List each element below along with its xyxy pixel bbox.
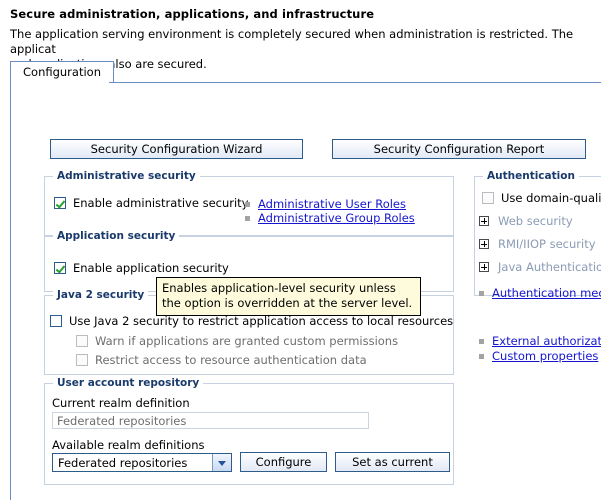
tab-strip: Configuration (10, 61, 601, 83)
application-security-legend: Application security (53, 230, 180, 242)
use-domain-qualified-label: Use domain-quali (501, 191, 601, 205)
use-java2-security-row[interactable]: Use Java 2 security to restrict applicat… (50, 314, 453, 328)
expand-plus-icon[interactable] (479, 239, 489, 249)
enable-administrative-security-checkbox[interactable] (54, 197, 66, 209)
restrict-resource-auth-label: Restrict access to resource authenticati… (95, 353, 367, 367)
use-java2-security-checkbox[interactable] (50, 315, 62, 327)
user-account-repository-legend: User account repository (53, 377, 204, 389)
available-realm-definitions-select[interactable]: Federated repositories (52, 453, 232, 472)
authentication-mechanisms-row[interactable]: Authentication mecha (479, 286, 601, 300)
warn-custom-permissions-label: Warn if applications are granted custom … (95, 334, 399, 348)
java-authentication-tree-row[interactable]: Java Authentication (479, 260, 601, 274)
enable-application-security-checkbox[interactable] (54, 262, 66, 274)
administrative-user-roles-link[interactable]: Administrative User Roles (258, 197, 406, 211)
restrict-resource-auth-row[interactable]: Restrict access to resource authenticati… (76, 353, 367, 367)
authentication-legend: Authentication (483, 170, 579, 182)
enable-administrative-security-row[interactable]: Enable administrative security (54, 196, 249, 210)
configure-button[interactable]: Configure (240, 452, 327, 472)
bullet-icon (245, 201, 250, 207)
expand-plus-icon[interactable] (479, 262, 489, 272)
administrative-user-roles-row[interactable]: Administrative User Roles (245, 197, 406, 211)
administrative-group-roles-row[interactable]: Administrative Group Roles (245, 211, 415, 225)
use-java2-security-label: Use Java 2 security to restrict applicat… (69, 314, 454, 328)
bullet-icon (479, 353, 484, 359)
restrict-resource-auth-checkbox[interactable] (76, 354, 88, 366)
enable-administrative-security-label: Enable administrative security (73, 196, 249, 210)
available-realm-definitions-label: Available realm definitions (52, 438, 205, 452)
security-configuration-wizard-button[interactable]: Security Configuration Wizard (50, 139, 303, 159)
enable-application-security-label: Enable application security (73, 261, 229, 275)
current-realm-definition-label: Current realm definition (52, 396, 190, 410)
java2-security-legend: Java 2 security (53, 289, 149, 301)
external-authorization-row[interactable]: External authorization (479, 334, 601, 348)
custom-properties-row[interactable]: Custom properties (479, 349, 598, 363)
java-authentication-label: Java Authentication (498, 260, 601, 274)
warn-custom-permissions-checkbox[interactable] (76, 335, 88, 347)
tab-configuration[interactable]: Configuration (10, 61, 114, 82)
custom-properties-link[interactable]: Custom properties (492, 349, 598, 363)
tooltip: Enables application-level security unles… (156, 277, 421, 316)
warn-custom-permissions-row[interactable]: Warn if applications are granted custom … (76, 334, 398, 348)
chevron-down-icon[interactable] (212, 454, 231, 471)
administrative-group-roles-link[interactable]: Administrative Group Roles (258, 211, 415, 225)
current-realm-definition-field[interactable] (52, 412, 369, 429)
web-security-label: Web security (498, 214, 573, 228)
administrative-security-legend: Administrative security (53, 170, 200, 182)
use-domain-qualified-checkbox[interactable] (482, 192, 494, 204)
authentication-mechanisms-link[interactable]: Authentication mecha (492, 286, 601, 300)
external-authorization-link[interactable]: External authorization (492, 334, 601, 348)
security-configuration-report-button[interactable]: Security Configuration Report (332, 139, 586, 159)
page-title: Secure administration, applications, and… (10, 7, 375, 21)
available-realm-definitions-selected-value: Federated repositories (58, 455, 188, 470)
enable-application-security-row[interactable]: Enable application security (54, 261, 229, 275)
bullet-icon (245, 215, 250, 221)
use-domain-qualified-row[interactable]: Use domain-quali (482, 191, 601, 205)
rmi-iiop-security-label: RMI/IIOP security (498, 237, 596, 251)
rmi-iiop-security-tree-row[interactable]: RMI/IIOP security (479, 237, 596, 251)
bullet-icon (479, 338, 484, 344)
bullet-icon (479, 290, 484, 296)
set-as-current-button[interactable]: Set as current (335, 452, 450, 472)
web-security-tree-row[interactable]: Web security (479, 214, 573, 228)
expand-plus-icon[interactable] (479, 216, 489, 226)
